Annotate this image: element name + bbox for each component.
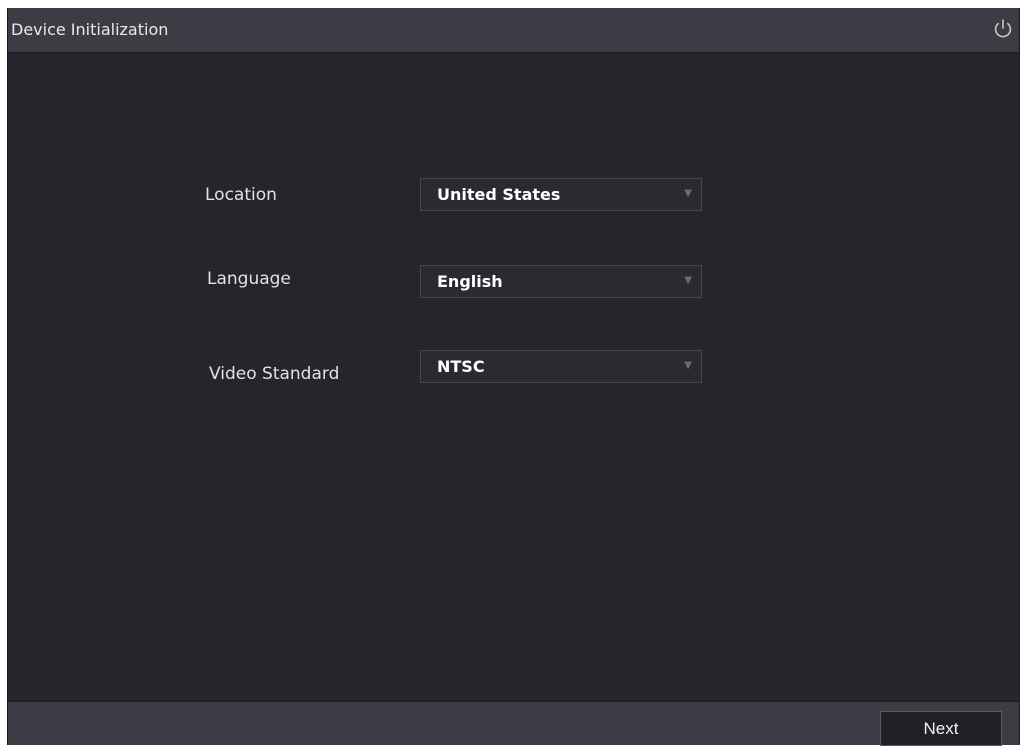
location-value: United States	[437, 185, 561, 204]
location-select[interactable]: United States ▼	[420, 178, 702, 211]
power-icon[interactable]	[991, 17, 1015, 41]
language-label: Language	[207, 269, 291, 289]
video-standard-label: Video Standard	[209, 364, 340, 384]
language-value: English	[437, 272, 503, 291]
device-initialization-window: Device Initialization Location United St…	[7, 8, 1020, 746]
video-standard-select[interactable]: NTSC ▼	[420, 350, 702, 383]
location-label: Location	[205, 185, 277, 205]
dropdown-arrow-icon: ▼	[684, 188, 692, 199]
dropdown-arrow-icon: ▼	[684, 360, 692, 371]
next-button[interactable]: Next	[880, 711, 1002, 746]
video-standard-value: NTSC	[437, 357, 485, 376]
title-bar: Device Initialization	[8, 8, 1019, 53]
window-title: Device Initialization	[11, 20, 169, 39]
language-select[interactable]: English ▼	[420, 265, 702, 298]
dropdown-arrow-icon: ▼	[684, 275, 692, 286]
footer-bar: Next	[8, 701, 1019, 746]
